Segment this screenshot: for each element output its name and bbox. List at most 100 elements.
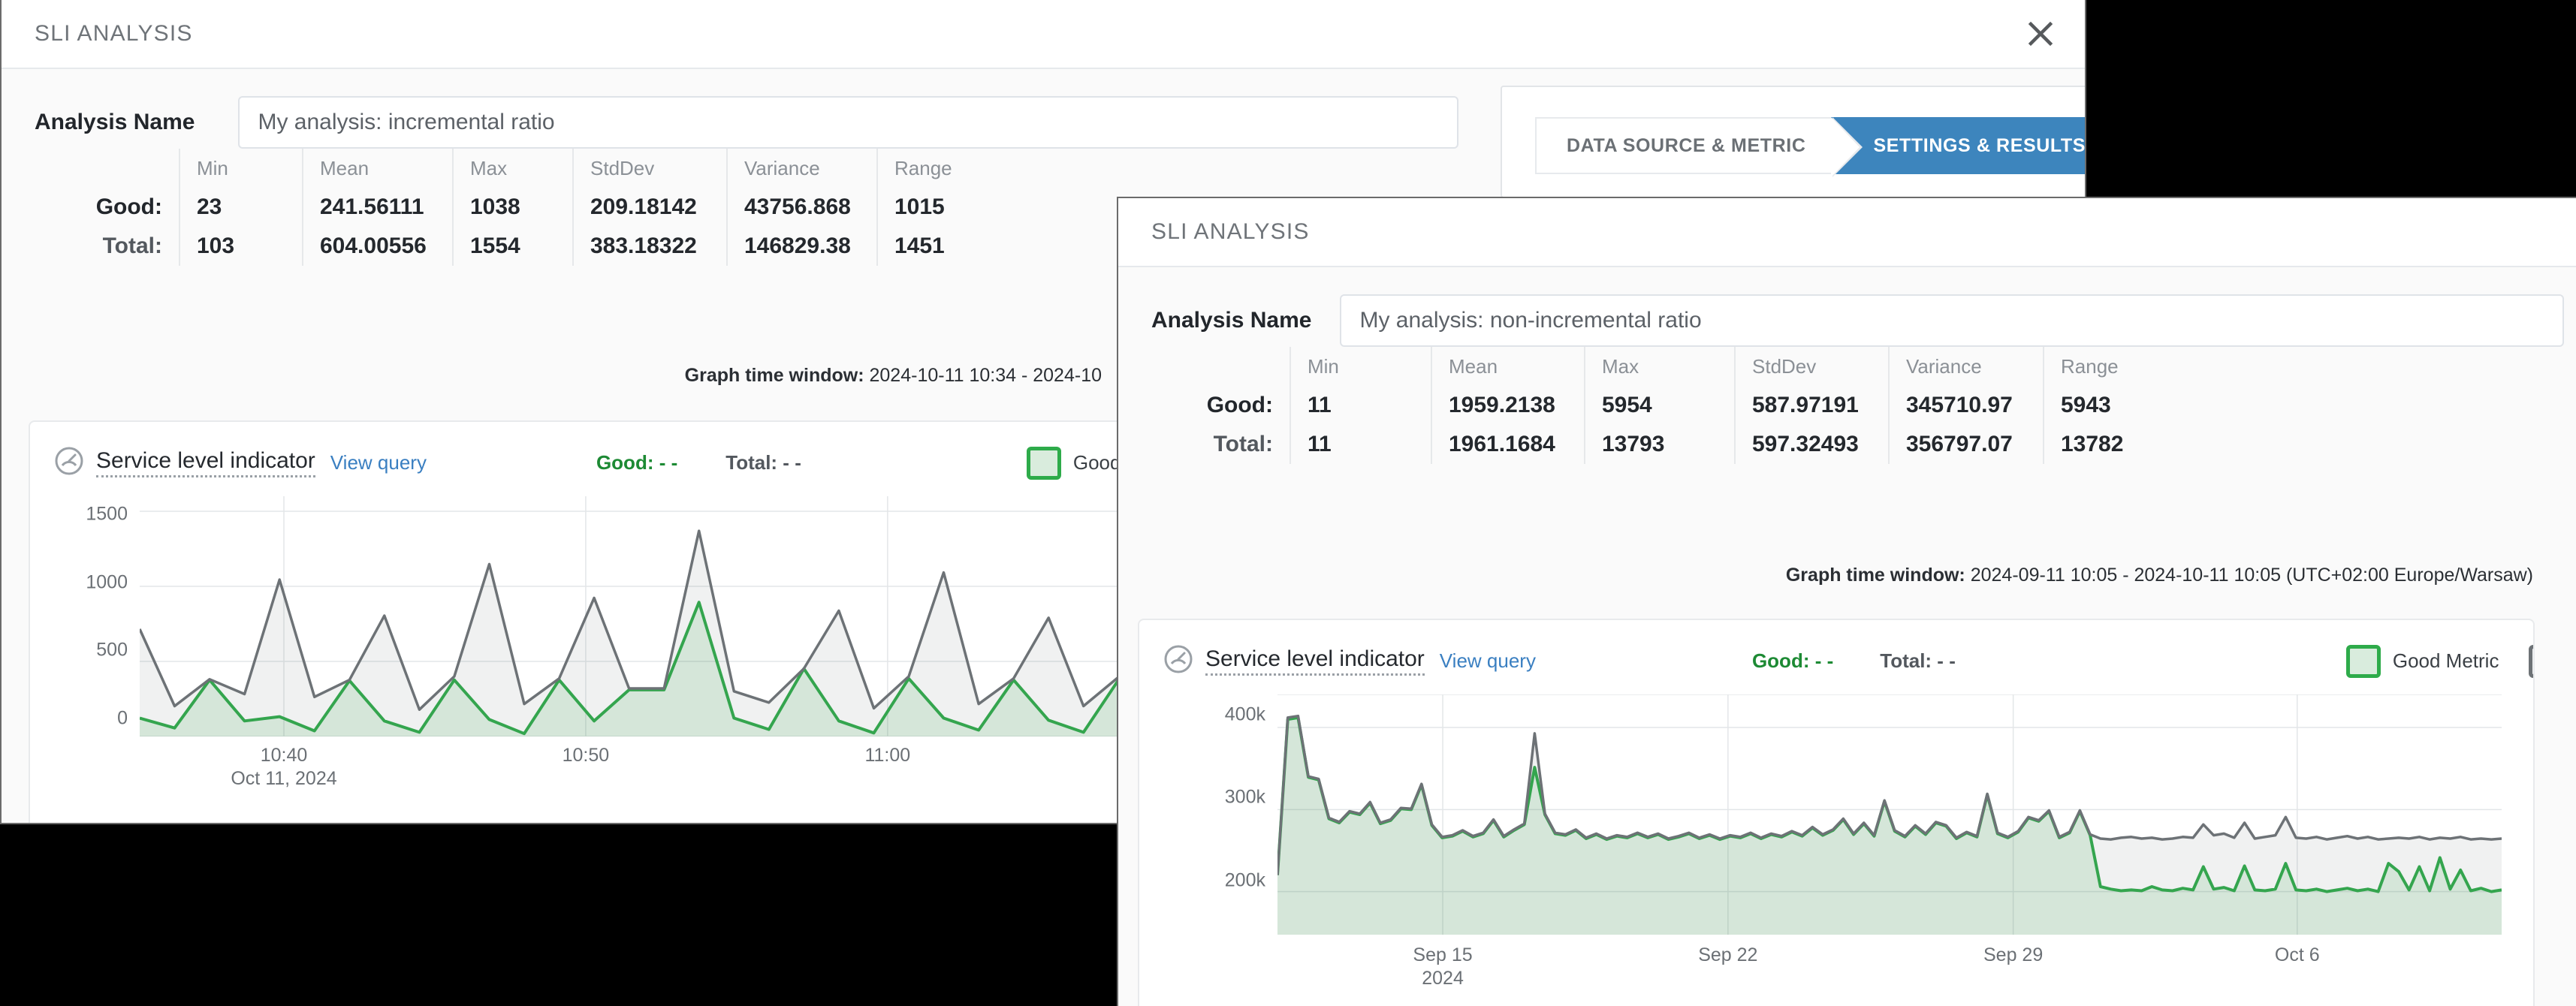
back-xtick-1: 10:50 [562,745,610,766]
back-total-min: 103 [179,227,302,266]
front-analysis-name-input[interactable]: My analysis: non-incremental ratio [1340,294,2565,347]
back-graph-time-window: Graph time window: 2024-10-11 10:34 - 20… [2,365,1102,387]
front-stats-row-good-label: Good: [1160,386,1290,425]
front-chart-header: Service level indicator View query Good:… [1139,620,2533,679]
front-total-max: 13793 [1584,425,1734,464]
tab-settings-and-results[interactable]: SETTINGS & RESULTS [1831,117,2085,174]
legend-swatch-good-metric[interactable] [1026,446,1061,480]
back-stats-header-min: Min [179,149,302,188]
back-good-stddev: 209.18142 [572,188,726,227]
front-chart-title: Service level indicator [1205,646,1425,676]
tab-data-source-and-metric-label: DATA SOURCE & METRIC [1567,134,1806,156]
front-good-mean: 1959.2138 [1431,386,1584,425]
front-good-range: 5943 [2043,386,2163,425]
front-total-min: 11 [1290,425,1431,464]
back-total-mean: 604.00556 [302,227,452,266]
back-stats-row-good-label: Good: [44,188,179,227]
front-ytick-200k: 200k [1224,869,1265,891]
back-ytick-1000: 1000 [86,571,128,593]
back-window-title: SLI ANALYSIS [35,21,193,46]
back-window-titlebar: SLI ANALYSIS [2,0,2085,69]
back-stats-corner [44,149,179,188]
front-total-range: 13782 [2043,425,2163,464]
front-good-min: 11 [1290,386,1431,425]
front-xtick-0: Sep 15 2024 [1413,944,1473,989]
front-xtick-3: Oct 6 [2274,944,2320,965]
front-chart-series [1277,694,2502,935]
back-row-label-good: Good: [95,194,162,219]
back-time-window-prefix: Graph time window: [684,365,864,386]
front-chart-legend: Good Metric Total Metric [2345,644,2533,678]
back-good-variance: 43756.868 [726,188,876,227]
front-stats-table: Min Mean Max StdDev Variance Range Good:… [1160,347,2163,464]
front-legend-label-good: Good Metric [2392,649,2499,672]
back-good-max: 1038 [452,188,572,227]
front-row-label-good: Good: [1206,393,1273,417]
tab-settings-and-results-label: SETTINGS & RESULTS [1873,134,2085,156]
back-ytick-1500: 1500 [86,503,128,525]
legend-swatch-total-metric[interactable] [2529,644,2533,678]
back-analysis-name-input[interactable]: My analysis: incremental ratio [238,96,1459,149]
front-good-max: 5954 [1584,386,1734,425]
front-view-query-link[interactable]: View query [1440,649,1536,673]
sli-analysis-dialog-front: SLI ANALYSIS Analysis Name My analysis: … [1117,197,2576,1006]
back-stats-row-total-label: Total: [44,227,179,266]
back-time-window-value: 2024-10-11 10:34 - 2024-10 [869,365,1102,386]
legend-swatch-good-metric[interactable] [2345,644,2381,678]
front-window-body: Analysis Name My analysis: non-increment… [1118,267,2576,1006]
back-view-query-link[interactable]: View query [330,451,427,474]
front-chart-ylabels: 400k 300k 200k [1139,694,1265,935]
back-ytick-0: 0 [117,707,128,729]
front-kpi-total: Total: - - [1880,649,1956,672]
back-kpi-good: Good: - - [596,451,678,474]
front-kpi-good: Good: - - [1751,649,1834,672]
tab-data-source-and-metric[interactable]: DATA SOURCE & METRIC [1535,117,1864,177]
front-analysis-name-row: Analysis Name My analysis: non-increment… [1118,267,2576,347]
back-analysis-name-label: Analysis Name [35,110,195,134]
front-stats-row-total-label: Total: [1160,425,1290,464]
back-stats-header-variance: Variance [726,149,876,188]
front-stats-corner [1160,347,1290,386]
front-good-variance: 345710.97 [1888,386,2043,425]
back-good-min: 23 [179,188,302,227]
screen: SLI ANALYSIS Analysis Name My analysis: … [0,0,2576,1006]
front-total-variance: 356797.07 [1888,425,2043,464]
back-wizard-tabs: DATA SOURCE & METRIC SETTINGS & RESULTS [1535,117,2085,177]
front-good-stddev: 587.97191 [1734,386,1888,425]
back-kpi-total: Total: - - [725,451,801,474]
front-time-window-value: 2024-09-11 10:05 - 2024-10-11 10:05 (UTC… [1970,565,2533,586]
front-window-titlebar: SLI ANALYSIS [1118,198,2576,267]
back-total-variance: 146829.38 [726,227,876,266]
front-ytick-300k: 300k [1224,786,1265,808]
back-good-mean: 241.56111 [302,188,452,227]
back-ytick-500: 500 [96,639,128,661]
close-icon[interactable] [2023,17,2058,51]
front-xtick-1: Sep 22 [1698,944,1758,965]
back-stats-header-range: Range [876,149,989,188]
back-wizard-card: DATA SOURCE & METRIC SETTINGS & RESULTS [1501,86,2085,198]
front-time-window-prefix: Graph time window: [1785,565,1965,586]
front-chart-plot: 400k 300k 200k Sep 15 2024 Sep 22 Sep 29 … [1139,679,2533,995]
front-stats-header-mean: Mean [1431,347,1584,386]
back-good-range: 1015 [876,188,989,227]
front-stats-header-max: Max [1584,347,1734,386]
front-ytick-400k: 400k [1224,703,1265,725]
back-total-max: 1554 [452,227,572,266]
front-stats-header-range: Range [2043,347,2163,386]
front-analysis-name-label: Analysis Name [1151,308,1312,333]
front-xtick-2: Sep 29 [1983,944,2044,965]
back-stats-header-mean: Mean [302,149,452,188]
back-row-label-total: Total: [102,233,162,258]
gauge-icon [1162,643,1195,679]
front-stats-header-variance: Variance [1888,347,2043,386]
back-stats-header-stddev: StdDev [572,149,726,188]
front-total-mean: 1961.1684 [1431,425,1584,464]
front-total-stddev: 597.32493 [1734,425,1888,464]
back-total-range: 1451 [876,227,989,266]
front-graph-time-window: Graph time window: 2024-09-11 10:05 - 20… [1118,565,2553,586]
front-window-title: SLI ANALYSIS [1151,219,1310,244]
front-stats-header-min: Min [1290,347,1431,386]
back-chart-ylabels: 1500 1000 500 0 [30,504,128,729]
front-row-label-total: Total: [1213,432,1273,456]
back-xtick-0: 10:40 Oct 11, 2024 [231,745,337,790]
